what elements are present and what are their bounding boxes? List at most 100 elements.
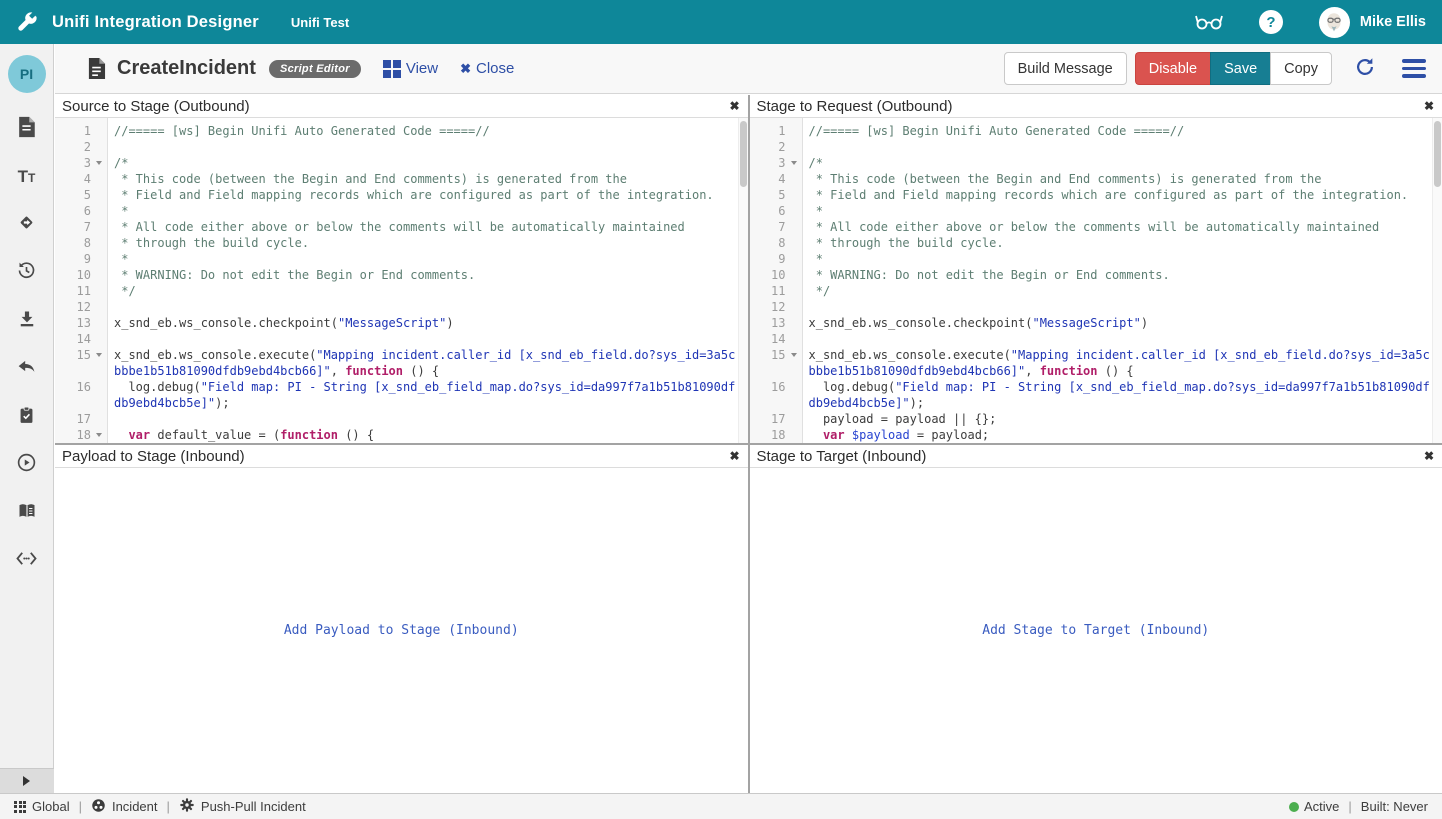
glasses-icon	[1193, 9, 1225, 36]
reply-icon	[16, 356, 37, 382]
sidebar-item-download[interactable]	[0, 297, 54, 345]
sidebar-item-run[interactable]	[0, 441, 54, 489]
separator: |	[1348, 799, 1351, 814]
app-title: Unifi Integration Designer	[52, 13, 259, 32]
book-icon	[16, 501, 38, 526]
separator: |	[167, 799, 170, 814]
line-number-gutter: 6	[55, 203, 107, 219]
line-number-gutter: 4	[750, 171, 802, 187]
line-number-gutter: 18	[750, 427, 802, 443]
scope-item[interactable]: Global	[14, 799, 70, 814]
milestone-icon	[16, 212, 37, 238]
code-line: 10 * WARNING: Do not edit the Begin or E…	[55, 267, 748, 283]
code-line: 2	[750, 139, 1442, 155]
copy-button[interactable]: Copy	[1270, 52, 1332, 85]
sidebar-item-fields[interactable]: TT	[0, 153, 54, 201]
process-item[interactable]: Push-Pull Incident	[179, 797, 306, 816]
page-title: CreateIncident	[117, 57, 256, 80]
environment-name: Unifi Test	[291, 15, 349, 30]
scrollbar-thumb[interactable]	[1434, 121, 1441, 187]
sidebar-item-messages[interactable]	[0, 105, 54, 153]
line-number-gutter: 4	[55, 171, 107, 187]
code-line: 5 * Field and Field mapping records whic…	[55, 187, 748, 203]
line-number-gutter: 17	[750, 411, 802, 427]
code-line: 7 * All code either above or below the c…	[55, 219, 748, 235]
code-line: 15x_snd_eb.ws_console.execute("Mapping i…	[750, 347, 1442, 379]
preview-glasses-button[interactable]	[1193, 9, 1225, 36]
clipboard-check-icon	[17, 404, 36, 431]
line-number-gutter: 13	[750, 315, 802, 331]
script-editor-badge: Script Editor	[269, 60, 361, 78]
save-button[interactable]: Save	[1210, 52, 1270, 85]
add-payload-to-stage-link[interactable]: Add Payload to Stage (Inbound)	[284, 623, 519, 638]
line-number-gutter: 12	[55, 299, 107, 315]
code-line: 2	[55, 139, 748, 155]
code-line: 17 payload = payload || {};	[750, 411, 1442, 427]
panel-close-icon[interactable]: ✖	[1424, 99, 1434, 113]
panel-header: Payload to Stage (Inbound) ✖	[55, 445, 748, 468]
table-item[interactable]: Incident	[91, 798, 158, 816]
panel-close-icon[interactable]: ✖	[729, 99, 739, 113]
line-number-gutter: 17	[55, 411, 107, 427]
code-editor[interactable]: 1//===== [ws] Begin Unifi Auto Generated…	[750, 118, 1442, 443]
build-message-button[interactable]: Build Message	[1004, 52, 1127, 85]
code-line: 12	[55, 299, 748, 315]
help-icon[interactable]: ?	[1259, 10, 1283, 34]
sidebar-item-tests[interactable]	[0, 393, 54, 441]
scrollbar-thumb[interactable]	[740, 121, 747, 187]
grid-icon	[14, 801, 26, 813]
user-avatar[interactable]	[1319, 7, 1350, 38]
sidebar-expand-button[interactable]	[0, 768, 54, 793]
code-line: 4 * This code (between the Begin and End…	[750, 171, 1442, 187]
sidebar-item-code[interactable]	[0, 537, 54, 585]
code-line: 17	[55, 411, 748, 427]
add-stage-to-target-link[interactable]: Add Stage to Target (Inbound)	[982, 623, 1209, 638]
code-line: 1//===== [ws] Begin Unifi Auto Generated…	[750, 123, 1442, 139]
code-line: 16 log.debug("Field map: PI - String [x_…	[55, 379, 748, 411]
fold-toggle-icon[interactable]	[96, 353, 102, 357]
code-line: 7 * All code either above or below the c…	[750, 219, 1442, 235]
line-number-gutter: 7	[750, 219, 802, 235]
process-label: Push-Pull Incident	[201, 799, 306, 814]
fold-toggle-icon[interactable]	[791, 353, 797, 357]
panel-close-icon[interactable]: ✖	[729, 449, 739, 463]
sidebar-item-history[interactable]	[0, 249, 54, 297]
fold-toggle-icon[interactable]	[96, 433, 102, 437]
code-line: 6 *	[55, 203, 748, 219]
panel-header: Source to Stage (Outbound) ✖	[55, 95, 748, 118]
line-number-gutter: 11	[750, 283, 802, 299]
user-name: Mike Ellis	[1360, 14, 1426, 30]
code-line: 4 * This code (between the Begin and End…	[55, 171, 748, 187]
code-editor[interactable]: 1//===== [ws] Begin Unifi Auto Generated…	[55, 118, 748, 443]
sidebar-item-docs[interactable]	[0, 489, 54, 537]
line-number-gutter: 1	[750, 123, 802, 139]
code-line: 11 */	[750, 283, 1442, 299]
menu-button[interactable]	[1402, 59, 1426, 78]
code-line: 9 *	[55, 251, 748, 267]
fold-toggle-icon[interactable]	[96, 161, 102, 165]
line-number-gutter: 11	[55, 283, 107, 299]
sidebar-item-revert[interactable]	[0, 345, 54, 393]
code-icon	[15, 549, 38, 573]
download-icon	[17, 309, 37, 334]
integration-avatar[interactable]: PI	[8, 55, 46, 93]
line-number-gutter: 5	[55, 187, 107, 203]
line-number-gutter: 3	[750, 155, 802, 171]
wrench-icon	[15, 11, 38, 34]
line-number-gutter: 18	[55, 427, 107, 443]
code-line: 14	[750, 331, 1442, 347]
view-button[interactable]: View	[383, 60, 438, 78]
line-number-gutter: 14	[55, 331, 107, 347]
disable-button[interactable]: Disable	[1135, 52, 1210, 85]
grid-view-icon	[383, 60, 401, 78]
sidebar-item-field-maps[interactable]	[0, 201, 54, 249]
refresh-button[interactable]	[1354, 56, 1376, 81]
fold-toggle-icon[interactable]	[791, 161, 797, 165]
panel-close-icon[interactable]: ✖	[1424, 449, 1434, 463]
close-button[interactable]: ✖ Close	[460, 60, 514, 77]
scope-label: Global	[32, 799, 70, 814]
active-status-dot	[1289, 802, 1299, 812]
table-label: Incident	[112, 799, 158, 814]
panel-stage-to-request: Stage to Request (Outbound) ✖ 1//===== […	[750, 95, 1442, 443]
line-number-gutter: 7	[55, 219, 107, 235]
